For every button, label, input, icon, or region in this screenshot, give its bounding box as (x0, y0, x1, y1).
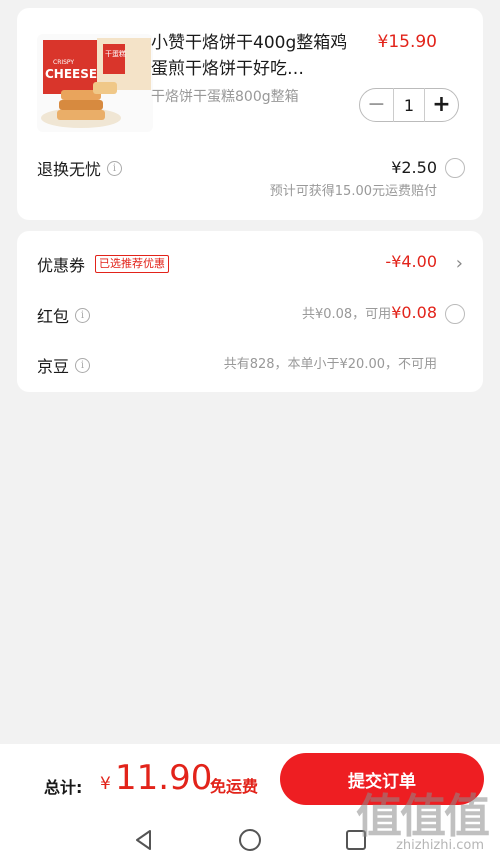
insurance-row: 退换无忧 i (37, 156, 123, 180)
quantity-stepper: − 1 + (359, 88, 459, 122)
red-packet-radio-icon[interactable] (445, 304, 465, 324)
chevron-right-icon[interactable]: › (456, 253, 463, 274)
total-amount: 11.90 (115, 758, 213, 798)
jd-beans-label: 京豆 (37, 357, 70, 376)
coupon-value[interactable]: -¥4.00 (385, 252, 437, 271)
watermark-url: zhizhizhi.com (396, 838, 484, 853)
jd-beans-row: 京豆 i (37, 353, 91, 377)
info-icon[interactable]: i (75, 357, 91, 373)
image-text: CHEESE (45, 67, 97, 81)
info-icon[interactable]: i (75, 307, 91, 323)
insurance-price: ¥2.50 (391, 158, 437, 177)
coupon-badge: 已选推荐优惠 (95, 255, 170, 273)
coupon-label: 优惠券 (37, 256, 86, 275)
minus-icon[interactable]: − (360, 88, 393, 122)
insurance-note: 预计可获得15.00元运费赔付 (269, 184, 437, 199)
watermark-logo: 值值值 (356, 789, 490, 843)
plus-icon[interactable]: + (425, 88, 458, 122)
info-icon[interactable]: i (107, 160, 123, 176)
jd-beans-info: 共有828，本单小于¥20.00，不可用 (223, 357, 437, 372)
product-card: CRISPY CHEESE 干蛋糕 小赞干烙饼干400g整箱鸡蛋煎干烙饼干好吃…… (17, 8, 483, 220)
quantity-value[interactable]: 1 (393, 88, 425, 122)
red-packet-label: 红包 (37, 307, 70, 326)
red-packet-row: 红包 i (37, 303, 91, 327)
total-label: 总计: (44, 778, 83, 797)
image-text-small: CRISPY (53, 59, 74, 66)
product-image[interactable]: CRISPY CHEESE 干蛋糕 (37, 34, 153, 132)
total-currency: ¥ (100, 774, 111, 794)
product-spec[interactable]: 干烙饼干蛋糕800g整箱 (151, 86, 299, 106)
red-packet-amount: ¥0.08 (391, 303, 437, 322)
insurance-label: 退换无忧 (37, 160, 102, 179)
back-icon[interactable] (130, 826, 158, 854)
product-title[interactable]: 小赞干烙饼干400g整箱鸡蛋煎干烙饼干好吃… (151, 30, 351, 82)
red-packet-text: 共¥0.08，可用 (301, 307, 392, 322)
product-price: ¥15.90 (377, 32, 437, 52)
discount-card: 优惠券 已选推荐优惠 -¥4.00 › 红包 i 共¥0.08，可用 ¥0.08… (17, 231, 483, 392)
insurance-radio-icon[interactable] (445, 158, 465, 178)
red-packet-info: 共¥0.08，可用 ¥0.08 (302, 303, 437, 322)
coupon-row[interactable]: 优惠券 已选推荐优惠 (37, 252, 170, 276)
home-icon[interactable] (236, 826, 264, 854)
shipping-label: 免运费 (210, 777, 259, 796)
image-text-cn: 干蛋糕 (105, 49, 126, 58)
